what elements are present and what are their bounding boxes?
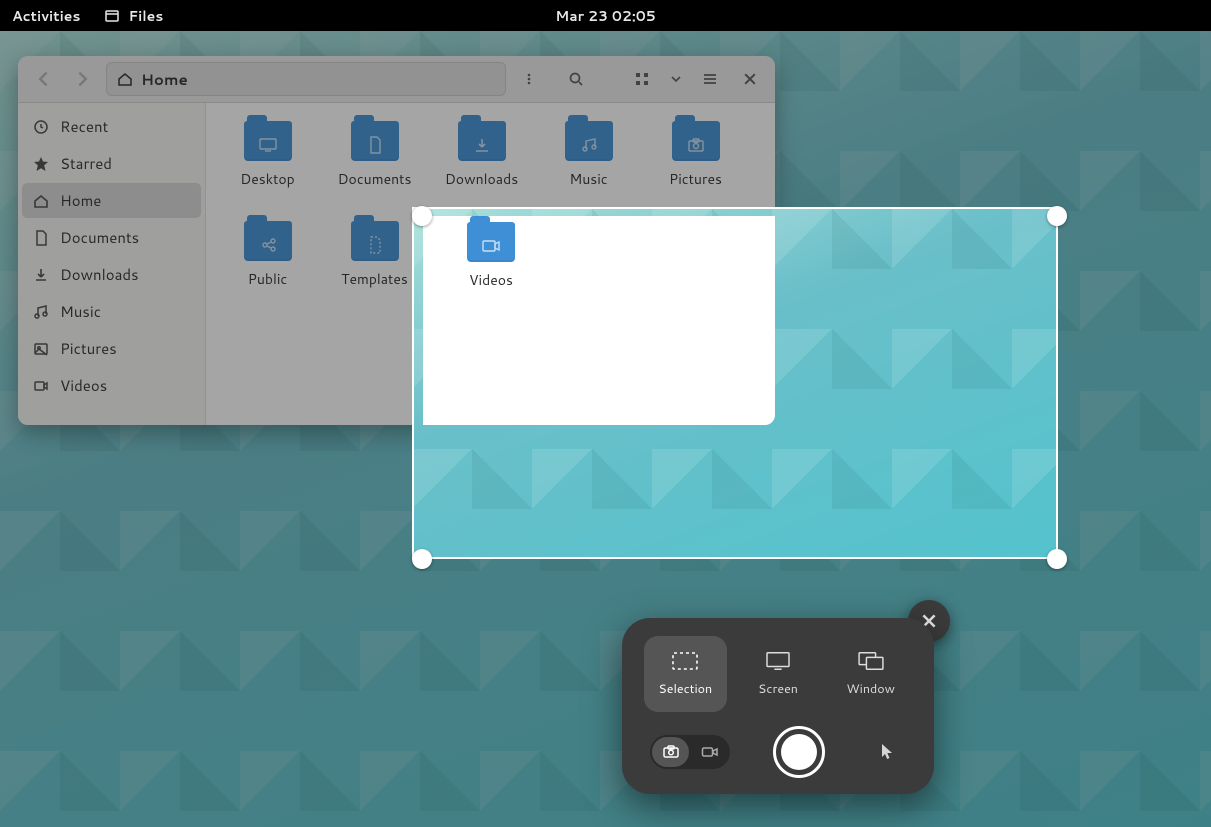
sidebar-item-downloads[interactable]: Downloads	[22, 257, 201, 292]
sidebar-item-label: Downloads	[60, 264, 139, 285]
sidebar-item-home[interactable]: Home	[22, 183, 201, 218]
files-app-icon	[104, 8, 120, 24]
folder-icon	[244, 221, 292, 261]
sidebar-item-music[interactable]: Music	[22, 294, 201, 329]
sidebar-item-label: Starred	[60, 153, 112, 174]
path-label: Home	[141, 69, 188, 90]
folder-label: Templates	[341, 269, 408, 289]
shutter-inner	[781, 734, 817, 770]
sidebar-item-label: Recent	[60, 116, 108, 137]
folder-public[interactable]: Public	[214, 221, 321, 321]
folder-pictures[interactable]: Pictures	[642, 121, 749, 221]
top-bar: Activities Files Mar 23 02:05	[0, 0, 1211, 31]
hamburger-menu-button[interactable]	[693, 62, 727, 96]
folder-label: Downloads	[445, 169, 518, 189]
sidebar-item-recent[interactable]: Recent	[22, 109, 201, 144]
files-titlebar: Home	[18, 56, 775, 103]
home-icon	[32, 193, 50, 209]
folder-icon	[351, 121, 399, 161]
home-icon	[117, 71, 133, 87]
sidebar-item-label: Videos	[60, 375, 107, 396]
capture-photo-button[interactable]	[652, 737, 689, 767]
folder-label: Desktop	[240, 169, 294, 189]
view-grid-button[interactable]	[625, 62, 659, 96]
sidebar-item-label: Pictures	[60, 338, 117, 359]
sidebar-item-label: Documents	[60, 227, 139, 248]
folder-label: Public	[248, 269, 288, 289]
show-pointer-button[interactable]	[868, 735, 906, 769]
sidebar-item-label: Music	[60, 301, 101, 322]
search-button[interactable]	[559, 62, 593, 96]
folder-icon	[351, 221, 399, 261]
current-app-label: Files	[128, 6, 163, 26]
folder-label: Music	[569, 169, 607, 189]
selection-handle-bl[interactable]	[412, 549, 432, 569]
folder-downloads[interactable]: Downloads	[428, 121, 535, 221]
screenshot-selection-rect[interactable]	[412, 207, 1058, 559]
folder-desktop[interactable]: Desktop	[214, 121, 321, 221]
current-app-indicator[interactable]: Files	[104, 6, 163, 26]
document-icon	[32, 230, 50, 246]
star-icon	[32, 156, 50, 172]
shutter-button[interactable]	[773, 726, 825, 778]
video-icon	[32, 378, 50, 394]
mode-label: Window	[846, 680, 895, 698]
path-bar[interactable]: Home	[106, 62, 506, 96]
activities-button[interactable]: Activities	[12, 6, 80, 26]
folder-icon	[565, 121, 613, 161]
download-icon	[32, 267, 50, 283]
folder-label: Pictures	[669, 169, 722, 189]
folder-documents[interactable]: Documents	[321, 121, 428, 221]
clock[interactable]: Mar 23 02:05	[555, 6, 656, 26]
mode-label: Selection	[658, 680, 712, 698]
path-more-button[interactable]	[512, 62, 546, 96]
selection-handle-tl[interactable]	[412, 206, 432, 226]
sidebar-item-starred[interactable]: Starred	[22, 146, 201, 181]
selection-handle-br[interactable]	[1047, 549, 1067, 569]
mode-screen-button[interactable]: Screen	[737, 636, 820, 712]
capture-type-toggle[interactable]	[650, 735, 730, 769]
folder-label: Documents	[338, 169, 412, 189]
clock-icon	[32, 119, 50, 135]
sidebar-item-videos[interactable]: Videos	[22, 368, 201, 403]
picture-icon	[32, 341, 50, 357]
view-dropdown-button[interactable]	[665, 62, 687, 96]
mode-selection-button[interactable]: Selection	[644, 636, 727, 712]
sidebar-item-documents[interactable]: Documents	[22, 220, 201, 255]
folder-icon	[458, 121, 506, 161]
nav-forward-button[interactable]	[66, 62, 100, 96]
screenshot-panel: Selection Screen Window	[622, 618, 934, 794]
capture-video-button[interactable]	[691, 737, 728, 767]
sidebar-item-pictures[interactable]: Pictures	[22, 331, 201, 366]
mode-label: Screen	[758, 680, 798, 698]
window-close-button[interactable]	[733, 62, 767, 96]
folder-icon	[672, 121, 720, 161]
files-sidebar: Recent Starred Home Documents Downloads …	[18, 103, 206, 425]
mode-window-button[interactable]: Window	[829, 636, 912, 712]
sidebar-item-label: Home	[60, 190, 101, 211]
music-icon	[32, 304, 50, 320]
nav-back-button[interactable]	[26, 62, 60, 96]
folder-music[interactable]: Music	[535, 121, 642, 221]
selection-handle-tr[interactable]	[1047, 206, 1067, 226]
folder-icon	[244, 121, 292, 161]
